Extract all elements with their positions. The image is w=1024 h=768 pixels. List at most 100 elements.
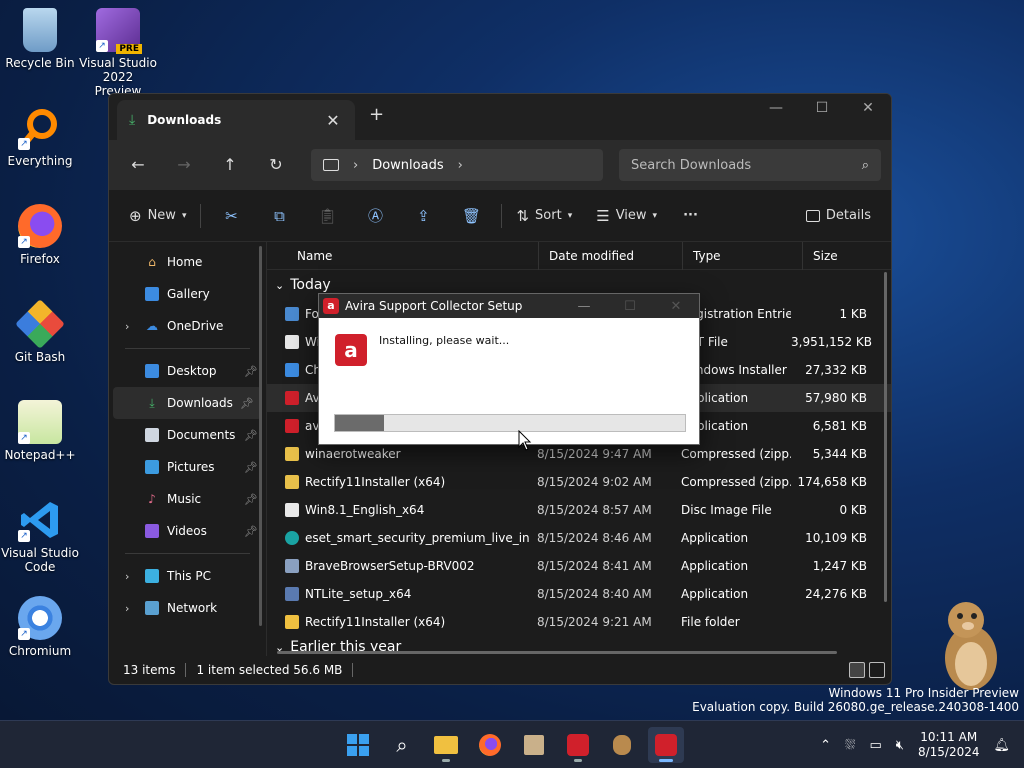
address-bar[interactable]: › Downloads › [311, 149, 603, 181]
breadcrumb-downloads[interactable]: Downloads [372, 158, 443, 173]
sidebar-scrollbar[interactable] [259, 246, 262, 626]
package-icon [524, 735, 544, 755]
desktop-icon-git-bash[interactable]: Git Bash [0, 299, 80, 364]
taskbar-package-app[interactable] [516, 727, 552, 763]
zip-folder-icon [285, 475, 299, 489]
pin-icon: 📌︎ [244, 492, 258, 506]
taskbar-avira[interactable] [560, 727, 596, 763]
disc-image-icon [285, 503, 299, 517]
tab-downloads[interactable]: ⤓ Downloads ✕ [117, 100, 355, 140]
table-row[interactable]: eset_smart_security_premium_live_install… [267, 524, 891, 552]
display-tray-icon[interactable]: ▭ [869, 738, 881, 753]
up-arrow-icon[interactable]: ↑ [211, 150, 249, 180]
new-tab-icon[interactable]: + [369, 104, 384, 125]
minimize-icon[interactable]: — [753, 94, 799, 124]
column-date-modified[interactable]: Date modified [539, 242, 683, 270]
chevron-up-icon[interactable]: ⌃ [820, 738, 831, 753]
column-size[interactable]: Size [803, 242, 883, 270]
vertical-scrollbar[interactable] [884, 272, 887, 602]
close-icon[interactable]: ✕ [653, 299, 699, 314]
sidebar-item-network[interactable]: › Network [109, 592, 266, 624]
maximize-icon[interactable]: ☐ [607, 299, 653, 314]
table-row[interactable]: NTLite_setup_x64 8/15/2024 8:40 AM Appli… [267, 580, 891, 608]
search-icon[interactable]: ⌕ [862, 158, 869, 173]
tiles-view-icon[interactable] [869, 662, 885, 678]
table-row[interactable]: Rectify11Installer (x64) 8/15/2024 9:21 … [267, 608, 891, 636]
desktop-icon-recycle-bin[interactable]: Recycle Bin [0, 8, 80, 70]
volume-muted-icon[interactable]: 🔇︎ [896, 738, 904, 753]
shortcut-arrow-icon: ↗ [96, 40, 108, 52]
details-pane-button[interactable]: Details [798, 201, 879, 231]
close-tab-icon[interactable]: ✕ [323, 111, 343, 130]
table-row[interactable]: Rectify11Installer (x64) 8/15/2024 9:02 … [267, 468, 891, 496]
installer-icon [285, 363, 299, 377]
copy-button[interactable]: ⧉ [255, 201, 303, 231]
tab-bar: ⤓ Downloads ✕ + — ☐ ✕ [109, 94, 891, 140]
desktop-icon-chromium[interactable]: ↗ Chromium [0, 596, 80, 658]
desktop-icon-everything[interactable]: ↗ Everything [0, 106, 80, 168]
folder-icon [285, 615, 299, 629]
sidebar-item-desktop[interactable]: Desktop 📌︎ [109, 355, 266, 387]
computer-icon [323, 159, 339, 171]
column-type[interactable]: Type [683, 242, 803, 270]
search-input[interactable] [631, 157, 831, 173]
refresh-icon[interactable]: ↻ [257, 150, 295, 180]
close-window-icon[interactable]: ✕ [845, 94, 891, 124]
desktop-icon-notepad-plus-plus[interactable]: ↗ Notepad++ [0, 400, 80, 462]
start-button[interactable] [340, 727, 376, 763]
clock[interactable]: 10:11 AM 8/15/2024 [918, 730, 980, 760]
pre-badge: PRE [116, 44, 142, 54]
sidebar-item-gallery[interactable]: Gallery [109, 278, 266, 310]
paste-button[interactable]: 📋︎ [303, 201, 351, 231]
chevron-right-icon[interactable]: › [125, 570, 137, 583]
sidebar-item-documents[interactable]: Documents 📌︎ [109, 419, 266, 451]
view-button[interactable]: ☰ View ▾ [588, 201, 665, 231]
taskbar-hamster-app[interactable] [604, 727, 640, 763]
chevron-right-icon[interactable]: › [125, 320, 137, 333]
horizontal-scrollbar[interactable] [277, 651, 837, 654]
column-name[interactable]: Name [267, 242, 539, 270]
notification-bell-icon[interactable]: 🔔︎ [993, 738, 1010, 753]
desktop-icon-firefox[interactable]: ↗ Firefox [0, 204, 80, 266]
taskbar-file-explorer[interactable] [428, 727, 464, 763]
rename-button[interactable]: Ⓐ [351, 201, 399, 231]
sidebar-item-downloads[interactable]: ⤓ Downloads 📌︎ [113, 387, 262, 419]
table-row[interactable]: Win8.1_English_x64 8/15/2024 8:57 AM Dis… [267, 496, 891, 524]
desktop-icon-visual-studio-preview[interactable]: ↗ PRE Visual Studio 2022 Preview [78, 8, 158, 98]
sidebar-item-pictures[interactable]: Pictures 📌︎ [109, 451, 266, 483]
details-view-icon[interactable] [849, 662, 865, 678]
table-row[interactable]: BraveBrowserSetup-BRV002 8/15/2024 8:41 … [267, 552, 891, 580]
maximize-icon[interactable]: ☐ [799, 94, 845, 124]
view-list-icon: ☰ [596, 206, 610, 225]
new-button[interactable]: ⊕ New ▾ [121, 201, 194, 231]
taskbar-search-button[interactable]: ⌕ [384, 727, 420, 763]
network-tray-icon[interactable]: ⛆ [845, 738, 855, 753]
taskbar-avira-setup[interactable] [648, 727, 684, 763]
cut-button[interactable]: ✂ [207, 201, 255, 231]
taskbar-firefox[interactable] [472, 727, 508, 763]
sidebar-item-videos[interactable]: Videos 📌︎ [109, 515, 266, 547]
avira-logo-icon [655, 734, 677, 756]
chevron-right-icon[interactable]: › [458, 158, 463, 173]
sidebar-item-home[interactable]: ⌂ Home [109, 246, 266, 278]
avira-logo-icon: a [335, 334, 367, 366]
sidebar-item-music[interactable]: ♪ Music 📌︎ [109, 483, 266, 515]
progress-fill [335, 415, 384, 431]
search-box[interactable]: ⌕ [619, 149, 881, 181]
system-tray: ⌃ ⛆ ▭ 🔇︎ 10:11 AM 8/15/2024 🔔︎ [820, 721, 1010, 768]
chevron-right-icon: › [353, 157, 359, 173]
desktop-icon-vscode[interactable]: ↗ Visual Studio Code [0, 498, 80, 574]
chevron-right-icon[interactable]: › [125, 602, 137, 615]
forward-arrow-icon[interactable]: → [165, 150, 203, 180]
search-icon: ⌕ [396, 733, 408, 757]
more-options-button[interactable]: ··· [675, 201, 706, 231]
sort-button[interactable]: ⇅ Sort ▾ [508, 201, 580, 231]
minimize-icon[interactable]: — [561, 299, 607, 314]
share-button[interactable]: ⇪ [399, 201, 447, 231]
delete-button[interactable]: 🗑︎ [447, 201, 495, 231]
sidebar-item-onedrive[interactable]: › ☁ OneDrive [109, 310, 266, 342]
rename-icon: Ⓐ [367, 207, 383, 225]
sidebar-item-this-pc[interactable]: › This PC [109, 560, 266, 592]
pin-icon: 📌︎ [244, 460, 258, 474]
back-arrow-icon[interactable]: ← [119, 150, 157, 180]
